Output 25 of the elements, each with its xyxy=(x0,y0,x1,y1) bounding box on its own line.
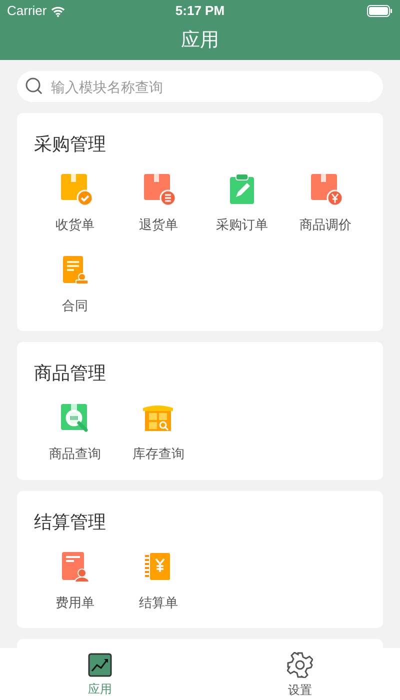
module-item[interactable]: 商品查询 xyxy=(33,401,116,464)
settings-icon xyxy=(287,652,313,678)
module-item[interactable]: 合同 xyxy=(33,252,116,315)
module-item[interactable]: 费用单 xyxy=(33,550,116,612)
section-title: 商品管理 xyxy=(33,362,107,385)
module-item[interactable]: 收货单 xyxy=(33,172,116,234)
battery-icon xyxy=(366,5,393,17)
page-title: 应用 xyxy=(181,28,219,53)
carrier-label: Carrier xyxy=(7,2,47,20)
tab[interactable]: 应用 xyxy=(0,648,200,700)
tab[interactable]: 设置 xyxy=(200,648,400,700)
section-title: 采购管理 xyxy=(33,133,107,156)
module-item[interactable]: 采购订单 xyxy=(200,172,284,234)
wifi-icon xyxy=(50,6,65,16)
box-icon xyxy=(308,172,342,206)
search-icon xyxy=(25,77,43,95)
chart-icon xyxy=(88,652,112,676)
module-item[interactable]: 结算单 xyxy=(116,550,200,612)
section-title: 结算管理 xyxy=(33,510,107,534)
search-field[interactable]: 输入模块名称查询 xyxy=(17,71,383,102)
box-icon xyxy=(141,172,176,206)
module-item[interactable]: 商品调价 xyxy=(284,172,367,234)
module-item[interactable]: 库存查询 xyxy=(116,401,200,464)
module-item[interactable]: 退货单 xyxy=(116,172,200,234)
clock: 5:17 PM xyxy=(175,2,225,20)
